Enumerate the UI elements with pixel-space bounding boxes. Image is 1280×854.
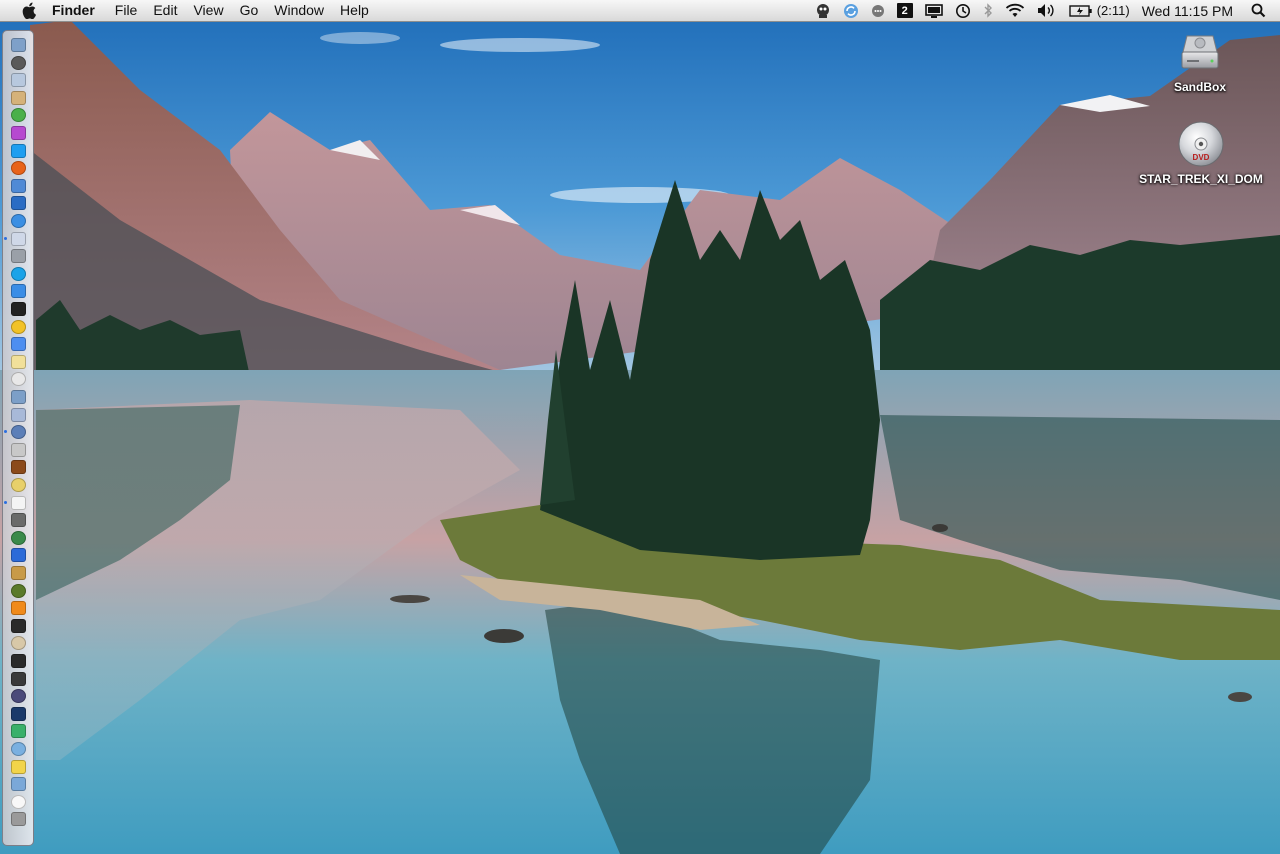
hard-drive-icon: [1181, 35, 1219, 69]
dock-downloads-icon[interactable]: [11, 777, 26, 792]
desktop-item-label: STAR_TREK_XI_DOM: [1139, 172, 1263, 186]
menu-extra-robot-icon[interactable]: [815, 0, 831, 21]
dock-x11-icon[interactable]: [11, 689, 26, 704]
dock-dashboard-icon[interactable]: [11, 55, 26, 70]
dock-iphoto-icon[interactable]: [11, 390, 26, 404]
dock-messages-icon[interactable]: [11, 337, 26, 352]
menu-app-finder[interactable]: Finder: [52, 0, 107, 21]
dock-itunes-icon[interactable]: [11, 126, 26, 140]
dock-football-icon[interactable]: [11, 460, 26, 475]
dock-automator-icon[interactable]: [11, 636, 26, 651]
menu-bar: Finder File Edit View Go Window Help 2 (…: [0, 0, 1280, 22]
dock-finder-icon[interactable]: [11, 38, 26, 52]
time-machine-icon[interactable]: [955, 0, 971, 21]
dock-skype-icon[interactable]: [11, 143, 26, 158]
desktop-wallpaper: [0, 0, 1280, 854]
dock-smart-folder-icon[interactable]: [11, 759, 26, 774]
dock-notes-icon[interactable]: [11, 354, 26, 369]
wifi-icon[interactable]: [1005, 0, 1025, 21]
battery-charging-icon: [1068, 4, 1092, 17]
dock-terminal-icon[interactable]: [11, 654, 26, 668]
dock-growl-icon[interactable]: [11, 583, 26, 598]
spaces-number: 2: [896, 3, 913, 18]
dock-hardware-icon[interactable]: [11, 742, 26, 756]
dock-skype-app-icon[interactable]: [11, 266, 26, 281]
dock-calendar-icon[interactable]: [11, 372, 26, 387]
dock-running-indicator: [4, 500, 7, 504]
dvd-disc-icon: DVD: [1178, 121, 1224, 167]
menu-window[interactable]: Window: [266, 0, 332, 21]
dock-stickies-icon[interactable]: [11, 478, 26, 492]
menu-clock[interactable]: Wed 11:15 PM: [1142, 3, 1233, 19]
desktop-item-sandbox[interactable]: SandBox: [1174, 30, 1226, 94]
dock-photoshop-icon[interactable]: [11, 706, 26, 721]
dock-running-indicator: [4, 236, 7, 240]
menu-view[interactable]: View: [185, 0, 231, 21]
bluetooth-icon[interactable]: [983, 0, 993, 21]
dock-photos-icon[interactable]: [11, 407, 26, 422]
dock-activity-monitor-icon[interactable]: [11, 530, 26, 545]
dock-colorsync-icon[interactable]: [11, 724, 26, 739]
dock-chrome-icon[interactable]: [11, 319, 26, 334]
menu-help[interactable]: Help: [332, 0, 377, 21]
dock-screenshot-icon[interactable]: [11, 442, 26, 457]
dock-photo-booth-icon[interactable]: [11, 249, 26, 264]
dock-itunes-store-icon[interactable]: [11, 214, 26, 228]
dock-safari-compass-icon[interactable]: [11, 548, 26, 563]
dock-pen-icon[interactable]: [11, 513, 26, 528]
dock-broom-icon[interactable]: [11, 566, 26, 580]
dock-network-icon[interactable]: [11, 196, 26, 211]
dock-trash-icon[interactable]: [11, 812, 26, 827]
menu-file[interactable]: File: [107, 0, 146, 21]
menu-extra-chat-icon[interactable]: [871, 0, 885, 21]
menu-go[interactable]: Go: [232, 0, 267, 21]
battery-time-remaining: (2:11): [1096, 3, 1130, 18]
dock-safari-icon[interactable]: [11, 178, 26, 193]
menu-extra-sync-icon[interactable]: [843, 0, 859, 21]
dock-vlc-icon[interactable]: [11, 601, 26, 616]
dock-console-icon[interactable]: [11, 671, 26, 686]
dock-textedit-icon[interactable]: [11, 495, 26, 510]
dock-mail-icon[interactable]: [11, 73, 26, 88]
dock-dropbox-icon[interactable]: [11, 284, 26, 299]
dvd-badge-text: DVD: [1193, 153, 1210, 162]
desktop-item-star-trek-dvd[interactable]: DVD STAR_TREK_XI_DOM: [1136, 120, 1266, 186]
volume-icon[interactable]: [1037, 0, 1057, 21]
dock-play-icon[interactable]: [11, 618, 26, 633]
spotlight-search-icon[interactable]: [1251, 0, 1266, 21]
dock-quicktime-icon[interactable]: [11, 302, 26, 316]
dock-document-icon[interactable]: [11, 794, 26, 809]
display-mirror-icon[interactable]: [924, 0, 943, 21]
dock-expose-icon[interactable]: [11, 425, 26, 440]
spaces-indicator[interactable]: 2: [896, 0, 913, 21]
apple-menu-icon[interactable]: [20, 2, 38, 20]
dock-running-indicator: [4, 430, 7, 434]
battery-status[interactable]: (2:11): [1068, 0, 1130, 21]
dock-preview-icon[interactable]: [11, 231, 26, 246]
desktop-item-label: SandBox: [1174, 80, 1227, 94]
dock-ichat-icon[interactable]: [11, 108, 26, 123]
dock: [2, 30, 34, 846]
dock-firefox-icon[interactable]: [11, 161, 26, 176]
dock-contacts-icon[interactable]: [11, 90, 26, 105]
menu-edit[interactable]: Edit: [145, 0, 185, 21]
